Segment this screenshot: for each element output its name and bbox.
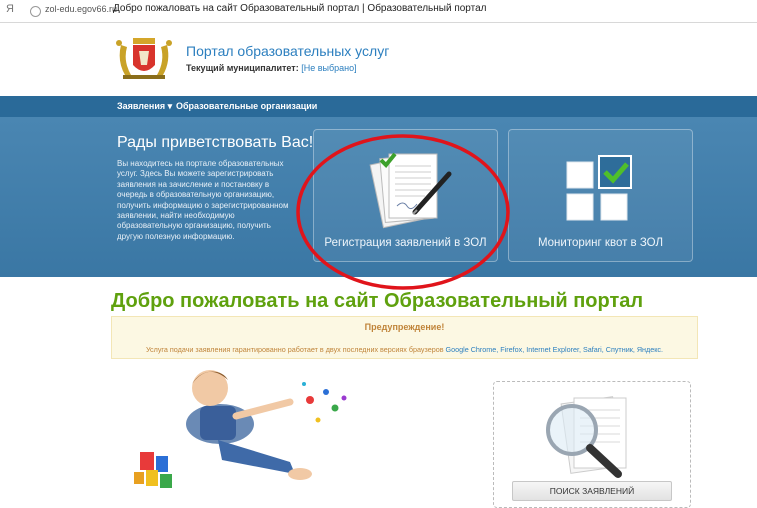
red-annotation-ellipse — [296, 134, 510, 290]
main-nav: Заявления ▾ Образовательные организации — [0, 96, 757, 117]
warning-sentence: Услуга подачи заявления гарантированно р… — [145, 345, 444, 354]
hero-title: Рады приветствовать Вас! — [117, 134, 314, 151]
url-text[interactable]: zol-edu.egov66.ru — [45, 4, 117, 14]
page-title-in-bar: Добро пожаловать на сайт Образовательный… — [113, 3, 487, 14]
municipality-line: Текущий муниципалитет: [Не выбрано] — [186, 63, 357, 73]
yandex-icon: Я — [6, 3, 14, 15]
magnifier-documents-icon — [546, 396, 627, 478]
child-painting-image — [134, 370, 347, 488]
browser-link-yandex[interactable]: Яндекс. — [637, 345, 663, 354]
warning-text: Услуга подачи заявления гарантированно р… — [112, 345, 697, 354]
browser-link-sputnik[interactable]: Спутник, — [606, 345, 635, 354]
security-icon[interactable] — [30, 6, 41, 17]
welcome-heading: Добро пожаловать на сайт Образовательный… — [111, 290, 644, 312]
browser-link-firefox[interactable]: Firefox, — [500, 345, 524, 354]
nav-item-organizations[interactable]: Образовательные организации — [176, 101, 317, 111]
checkbox-grid-icon — [566, 155, 632, 221]
warning-title: Предупреждение! — [364, 322, 445, 332]
search-applications-button[interactable]: ПОИСК ЗАЯВЛЕНИЙ — [512, 481, 672, 501]
quota-monitoring-label: Мониторинг квот в ЗОЛ — [537, 237, 664, 249]
municipality-label: Текущий муниципалитет: — [186, 63, 299, 73]
browser-link-chrome[interactable]: Google Chrome, — [446, 345, 499, 354]
site-title[interactable]: Портал образовательных услуг — [186, 43, 389, 59]
coat-of-arms-logo[interactable] — [113, 35, 175, 80]
browser-warning-box: Предупреждение! Услуга подачи заявления … — [111, 316, 698, 359]
browser-address-bar[interactable]: Я zol-edu.egov66.ru Добро пожаловать на … — [0, 0, 757, 23]
browser-link-ie[interactable]: Internet Explorer, — [526, 345, 581, 354]
nav-item-applications[interactable]: Заявления ▾ — [117, 101, 172, 112]
municipality-select-link[interactable]: [Не выбрано] — [301, 63, 356, 73]
browser-link-safari[interactable]: Safari, — [583, 345, 604, 354]
quota-monitoring-card[interactable]: Мониторинг квот в ЗОЛ — [508, 129, 693, 262]
hero-description: Вы находитесь на портале образовательных… — [117, 159, 289, 241]
